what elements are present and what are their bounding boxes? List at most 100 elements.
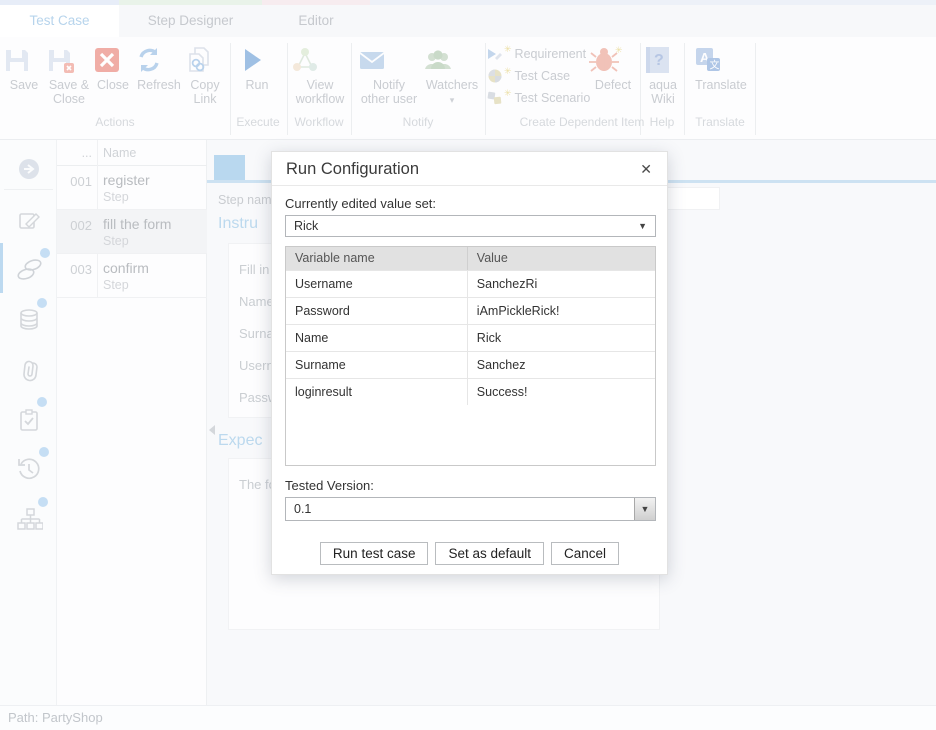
refresh-label: Refresh xyxy=(137,78,181,92)
step-row-001[interactable]: 001 register Step xyxy=(57,166,207,210)
watchers-button[interactable]: Watchers ▾ xyxy=(423,45,481,107)
step-type: Step xyxy=(103,190,129,204)
badge-dot xyxy=(39,447,49,457)
cancel-button[interactable]: Cancel xyxy=(551,542,619,565)
svg-text:✳: ✳ xyxy=(615,45,622,55)
test-steps-icon[interactable] xyxy=(17,258,41,282)
svg-text:?: ? xyxy=(654,52,664,69)
variables-table-header: Variable name Value xyxy=(286,247,655,270)
test-scenario-icon xyxy=(487,90,503,106)
app-window: Test Case Step Designer Editor Save Save… xyxy=(0,0,936,730)
variable-value-cell: iAmPickleRick! xyxy=(467,298,655,324)
translate-button[interactable]: A文 Translate xyxy=(693,45,749,92)
new-sparkle-icon: ✳ xyxy=(504,88,512,99)
defect-label: Defect xyxy=(595,78,631,92)
create-defect-button[interactable]: ✳ Defect xyxy=(588,45,638,92)
dropdown-button-caret-icon[interactable]: ▼ xyxy=(634,498,655,520)
refresh-button[interactable]: Refresh xyxy=(134,45,184,92)
save-close-label-2: Close xyxy=(53,92,85,106)
tab-test-case[interactable]: Test Case xyxy=(0,5,119,37)
attachments-icon[interactable] xyxy=(17,358,41,382)
instructions-heading: Instru xyxy=(218,215,258,233)
value-set-dropdown[interactable]: Rick ▼ xyxy=(285,215,656,237)
save-and-close-button[interactable]: Save & Close xyxy=(46,45,92,106)
view-workflow-button[interactable]: View workflow xyxy=(290,45,350,106)
translate-label: Translate xyxy=(695,78,747,92)
step-row-002[interactable]: 002 fill the form Step xyxy=(57,210,207,254)
test-data-icon[interactable] xyxy=(17,308,41,332)
column-header-index: ... xyxy=(57,140,97,165)
variable-row-password[interactable]: Password iAmPickleRick! xyxy=(286,297,655,324)
edit-description-icon[interactable] xyxy=(17,209,41,233)
refresh-icon xyxy=(134,45,184,75)
test-case-icon xyxy=(487,68,503,84)
group-label-actions: Actions xyxy=(55,115,175,129)
column-header-variable: Variable name xyxy=(286,247,467,270)
copy-link-button[interactable]: Copy Link xyxy=(184,45,226,106)
view-workflow-label-1: View xyxy=(307,78,334,92)
step-number: 002 xyxy=(57,218,92,233)
close-button[interactable]: Close xyxy=(92,45,134,92)
run-icon xyxy=(236,45,278,75)
dialog-header: Run Configuration ✕ xyxy=(272,152,667,186)
notify-other-user-button[interactable]: Notify other user xyxy=(357,45,421,106)
variable-row-username[interactable]: Username SanchezRi xyxy=(286,270,655,297)
step-type: Step xyxy=(103,234,129,248)
translate-icon: A文 xyxy=(693,45,749,75)
wiki-book-icon: ? xyxy=(644,45,682,75)
ribbon: Save Save & Close Close Refresh xyxy=(0,37,936,140)
tab-step-designer[interactable]: Step Designer xyxy=(119,5,262,37)
variable-name-cell: Password xyxy=(286,298,467,324)
watchers-icon xyxy=(423,45,481,75)
history-icon[interactable] xyxy=(17,457,41,481)
save-button[interactable]: Save xyxy=(2,45,46,92)
set-as-default-button[interactable]: Set as default xyxy=(435,542,544,565)
requirement-label: Requirement xyxy=(515,47,587,61)
variable-name-cell: Name xyxy=(286,325,467,351)
steps-list-header: ... Name xyxy=(57,140,207,166)
copy-link-label-2: Link xyxy=(194,92,217,106)
badge-dot xyxy=(38,497,48,507)
tested-version-dropdown[interactable]: 0.1 ▼ xyxy=(285,497,656,521)
close-label: Close xyxy=(97,78,129,92)
variable-name-cell: Surname xyxy=(286,352,467,378)
dialog-footer: Run test case Set as default Cancel xyxy=(285,542,654,565)
collapse-steps-arrow-icon[interactable] xyxy=(209,425,215,435)
ribbon-separator xyxy=(485,43,486,135)
variable-row-surname[interactable]: Surname Sanchez xyxy=(286,351,655,378)
create-test-scenario-button[interactable]: ✳ Test Scenario xyxy=(487,90,590,106)
group-label-notify: Notify xyxy=(358,115,478,129)
copy-link-label-1: Copy xyxy=(190,78,219,92)
badge-dot xyxy=(37,298,47,308)
dialog-close-icon[interactable]: ✕ xyxy=(636,159,656,180)
collapse-panel-icon[interactable] xyxy=(17,157,41,181)
svg-text:文: 文 xyxy=(710,59,720,72)
tested-version-selected: 0.1 xyxy=(294,502,311,516)
test-scenario-label: Test Scenario xyxy=(515,91,591,105)
expected-result-heading: Expec xyxy=(218,432,262,450)
tab-editor[interactable]: Editor xyxy=(262,5,370,37)
value-set-selected: Rick xyxy=(294,219,318,233)
column-header-value: Value xyxy=(467,247,655,270)
create-requirement-button[interactable]: ✳ Requirement xyxy=(487,46,586,62)
save-label: Save xyxy=(10,78,39,92)
execution-log-icon[interactable] xyxy=(17,408,41,432)
value-set-label: Currently edited value set: xyxy=(285,196,654,211)
step-row-003[interactable]: 003 confirm Step xyxy=(57,254,207,298)
variable-row-loginresult[interactable]: loginresult Success! xyxy=(286,378,655,405)
run-button[interactable]: Run xyxy=(236,45,278,92)
run-test-case-button[interactable]: Run test case xyxy=(320,542,429,565)
variable-row-name[interactable]: Name Rick xyxy=(286,324,655,351)
variable-value-cell: Success! xyxy=(467,379,655,405)
selected-step-tab[interactable] xyxy=(214,155,245,182)
run-label: Run xyxy=(246,78,269,92)
aqua-wiki-button[interactable]: ? aqua Wiki xyxy=(644,45,682,106)
create-test-case-button[interactable]: ✳ Test Case xyxy=(487,68,570,84)
badge-dot xyxy=(37,397,47,407)
dropdown-caret-icon: ▼ xyxy=(638,216,647,236)
save-close-label-1: Save & xyxy=(49,78,89,92)
dependencies-icon[interactable] xyxy=(17,507,41,531)
group-label-translate: Translate xyxy=(660,115,780,129)
variables-table: Variable name Value Username SanchezRi P… xyxy=(285,246,656,466)
step-name: register xyxy=(103,172,150,188)
